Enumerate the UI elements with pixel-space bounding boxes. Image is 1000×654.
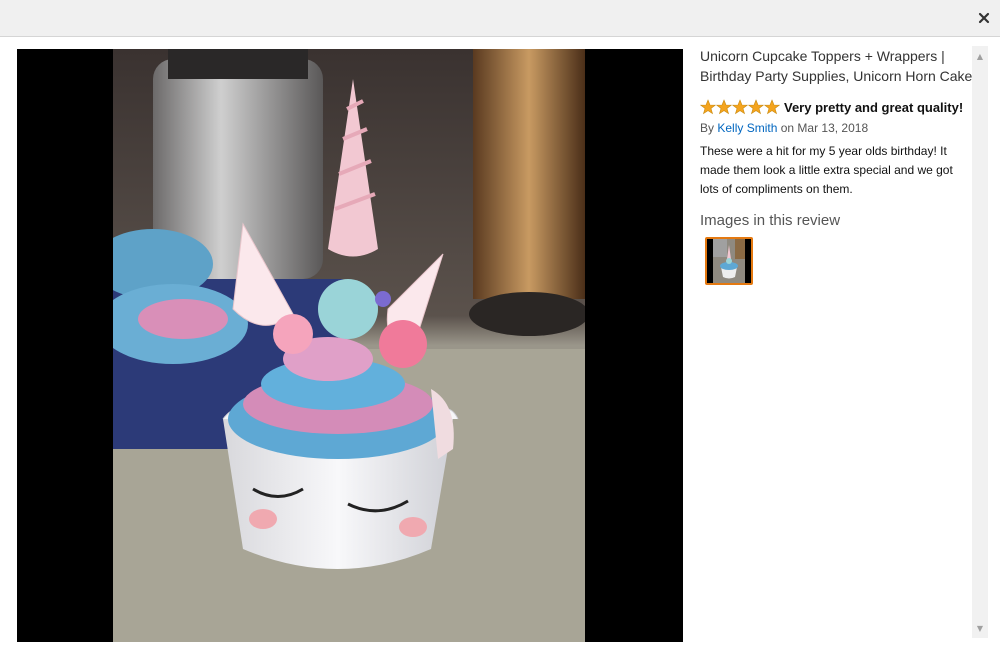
modal-header-bar bbox=[0, 0, 1000, 37]
vertical-scrollbar[interactable]: ▲ ▼ bbox=[972, 46, 988, 638]
product-title[interactable]: Unicorn Cupcake Toppers + Wrappers | Bir… bbox=[700, 46, 972, 86]
review-image-modal: Unicorn Cupcake Toppers + Wrappers | Bir… bbox=[0, 0, 1000, 654]
main-review-image[interactable] bbox=[17, 49, 683, 642]
author-link[interactable]: Kelly Smith bbox=[717, 121, 777, 135]
star-icon bbox=[732, 99, 748, 115]
review-image-thumbnail[interactable] bbox=[705, 237, 753, 285]
review-title[interactable]: Very pretty and great quality! bbox=[784, 100, 963, 115]
review-body: These were a hit for my 5 year olds birt… bbox=[700, 144, 953, 196]
star-icon bbox=[700, 99, 716, 115]
product-title-line-2[interactable]: Birthday Party Supplies, Unicorn Horn Ca… bbox=[700, 66, 972, 86]
by-prefix: By bbox=[700, 121, 715, 135]
scroll-down-icon[interactable]: ▼ bbox=[972, 620, 988, 636]
product-title-line-1[interactable]: Unicorn Cupcake Toppers + Wrappers | bbox=[700, 46, 972, 66]
thumbnail-image bbox=[707, 239, 751, 283]
star-icon bbox=[748, 99, 764, 115]
review-details-panel: Unicorn Cupcake Toppers + Wrappers | Bir… bbox=[700, 46, 972, 646]
star-rating bbox=[700, 99, 780, 115]
close-icon bbox=[974, 8, 994, 28]
review-date: on Mar 13, 2018 bbox=[780, 121, 869, 135]
star-icon bbox=[716, 99, 732, 115]
close-button[interactable] bbox=[974, 8, 994, 28]
scroll-up-icon[interactable]: ▲ bbox=[972, 48, 988, 64]
cupcake-photo bbox=[113, 49, 585, 642]
images-section-heading: Images in this review bbox=[700, 212, 841, 229]
review-byline: By Kelly Smith on Mar 13, 2018 bbox=[700, 120, 972, 136]
review-header: Very pretty and great quality! bbox=[700, 97, 972, 117]
star-icon bbox=[764, 99, 780, 115]
